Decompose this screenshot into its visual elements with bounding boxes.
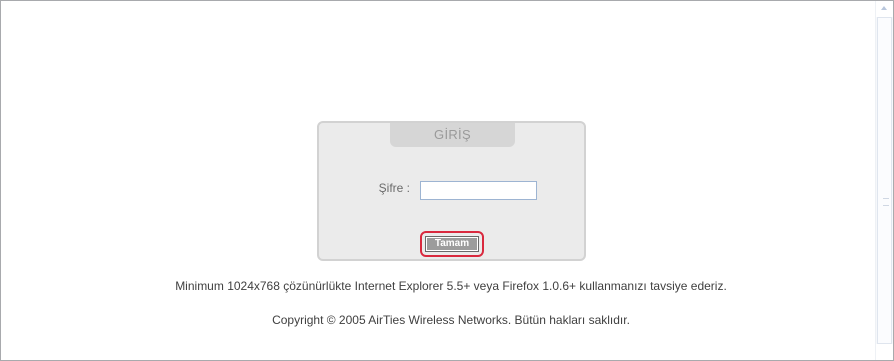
login-panel: GİRİŞ Şifre : Tamam <box>317 121 586 261</box>
submit-highlight-outline: Tamam <box>420 231 484 257</box>
scroll-up-arrow-icon[interactable] <box>881 6 887 10</box>
browser-viewport: GİRİŞ Şifre : Tamam Minimum 1024x768 çöz… <box>0 0 894 361</box>
page-content: GİRİŞ Şifre : Tamam Minimum 1024x768 çöz… <box>1 1 877 360</box>
login-title: GİRİŞ <box>390 123 515 147</box>
scroll-grip-icon <box>883 198 889 206</box>
copyright-text: Copyright © 2005 AirTies Wireless Networ… <box>272 313 630 327</box>
submit-button[interactable]: Tamam <box>425 236 479 252</box>
password-label: Şifre : <box>378 181 410 195</box>
browser-recommendation-text: Minimum 1024x768 çözünürlükte Internet E… <box>175 279 727 293</box>
vertical-scrollbar[interactable] <box>875 1 893 360</box>
password-input[interactable] <box>420 181 537 200</box>
scroll-thumb[interactable] <box>877 17 892 344</box>
